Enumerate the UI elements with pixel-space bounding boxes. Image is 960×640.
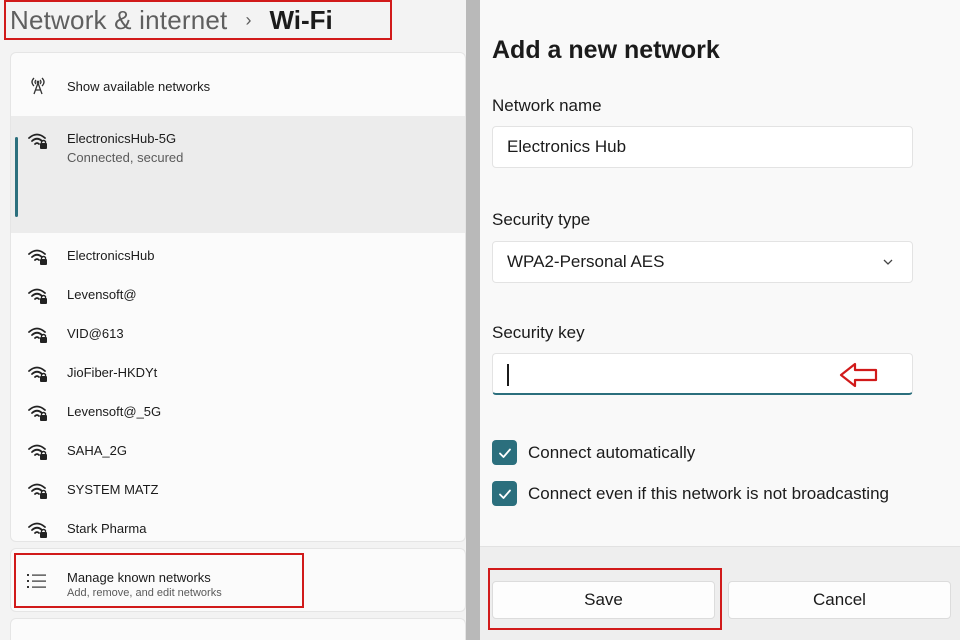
security-key-label: Security key: [492, 323, 585, 342]
next-settings-item: [10, 618, 466, 640]
wifi-secured-icon: [28, 405, 47, 421]
network-item[interactable]: Levensoft@_5G: [11, 392, 465, 431]
connect-not-broadcasting-option[interactable]: Connect even if this network is not broa…: [492, 481, 889, 506]
security-type-dropdown[interactable]: WPA2-Personal AES: [492, 241, 913, 283]
dialog-title: Add a new network: [492, 36, 720, 64]
connect-automatically-label: Connect automatically: [528, 442, 696, 462]
cancel-button[interactable]: Cancel: [728, 581, 951, 619]
security-type-value: WPA2-Personal AES: [507, 252, 665, 271]
security-type-label: Security type: [492, 210, 591, 229]
chevron-down-icon: [883, 259, 893, 265]
network-name: Stark Pharma: [67, 521, 147, 536]
wifi-secured-icon: [28, 327, 47, 343]
wifi-secured-icon: [28, 288, 47, 304]
wifi-secured-icon: [28, 249, 47, 265]
breadcrumb-current: Wi-Fi: [269, 4, 333, 35]
add-network-dialog: Add a new network Network name Electroni…: [480, 0, 960, 640]
networks-list: Show available networks ElectronicsHub-5…: [10, 52, 466, 542]
checkmark-icon: [498, 489, 511, 499]
network-name: Levensoft@_5G: [67, 404, 162, 419]
network-item[interactable]: SYSTEM MATZ: [11, 470, 465, 509]
show-available-networks-item[interactable]: Show available networks: [11, 53, 465, 117]
show-available-networks-label: Show available networks: [67, 79, 211, 94]
selected-indicator: [15, 137, 18, 217]
checkmark-icon: [498, 448, 511, 458]
connect-automatically-checkbox[interactable]: [492, 440, 517, 465]
connected-network-name: ElectronicsHub-5G: [67, 131, 177, 146]
network-item[interactable]: Levensoft@: [11, 275, 465, 314]
left-arrow-icon: [839, 362, 878, 388]
image-divider: [466, 0, 480, 640]
network-name: SAHA_2G: [67, 443, 127, 458]
connected-network-status: Connected, secured: [67, 150, 184, 165]
network-item[interactable]: ElectronicsHub: [11, 236, 465, 275]
connect-not-broadcasting-checkbox[interactable]: [492, 481, 517, 506]
network-name: JioFiber-HKDYt: [67, 365, 158, 380]
wifi-secured-icon: [28, 522, 47, 538]
network-name: VID@613: [67, 326, 124, 341]
connect-automatically-option[interactable]: Connect automatically: [492, 440, 695, 465]
breadcrumb-parent[interactable]: Network & internet: [10, 5, 227, 36]
network-name-input[interactable]: Electronics Hub: [492, 126, 913, 168]
network-item-connected[interactable]: ElectronicsHub-5G Connected, secured: [11, 117, 465, 233]
network-name: Levensoft@: [67, 287, 137, 302]
wifi-secured-icon: [28, 483, 47, 499]
wifi-secured-icon: [28, 366, 47, 382]
network-item[interactable]: Stark Pharma: [11, 509, 465, 541]
breadcrumb-separator: ›: [245, 9, 252, 30]
text-cursor: [507, 364, 509, 386]
network-name: ElectronicsHub: [67, 248, 155, 263]
breadcrumb: Network & internet › Wi-Fi: [4, 0, 392, 40]
network-name-label: Network name: [492, 96, 602, 115]
wifi-secured-icon: [28, 133, 47, 149]
network-name: SYSTEM MATZ: [67, 482, 159, 497]
connect-not-broadcasting-label: Connect even if this network is not broa…: [528, 483, 889, 503]
network-item[interactable]: SAHA_2G: [11, 431, 465, 470]
manage-highlight-box: [14, 553, 304, 608]
save-highlight-box: [488, 568, 722, 630]
wifi-settings-pane: Network & internet › Wi-Fi Show availabl…: [0, 0, 466, 640]
network-item[interactable]: VID@613: [11, 314, 465, 353]
antenna-icon: [31, 77, 45, 95]
network-item[interactable]: JioFiber-HKDYt: [11, 353, 465, 392]
wifi-secured-icon: [28, 444, 47, 460]
